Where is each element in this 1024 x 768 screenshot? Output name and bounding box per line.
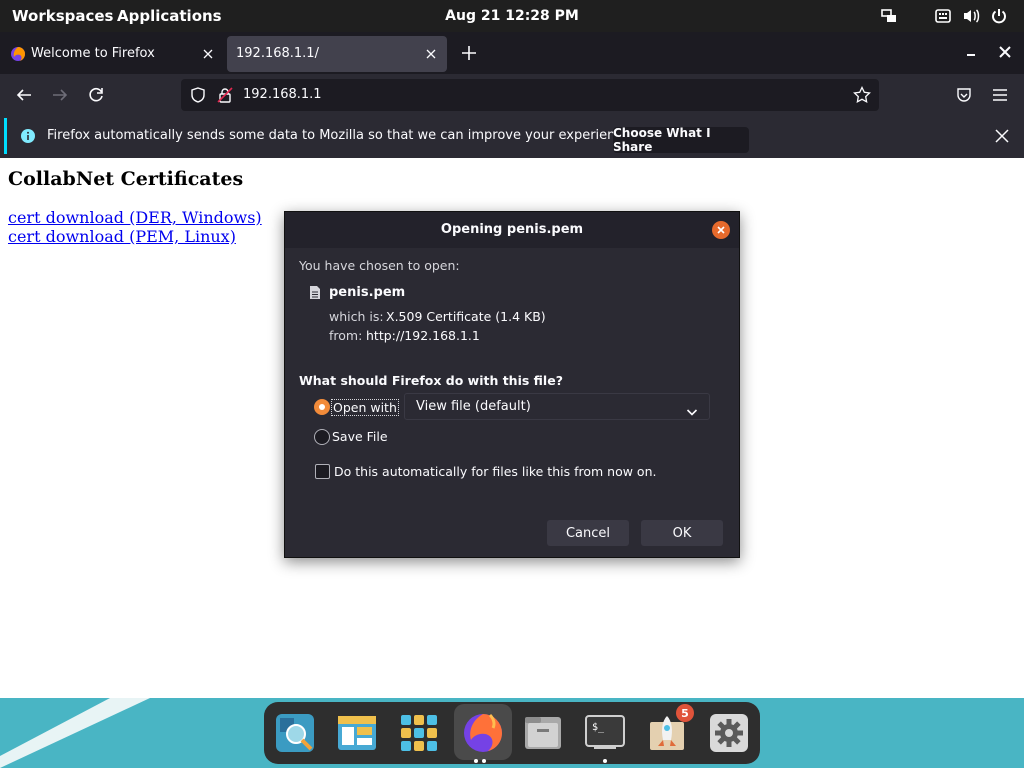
der-download-link[interactable]: cert download (DER, Windows) [8, 208, 262, 227]
tab-router[interactable]: 192.168.1.1/ [227, 36, 447, 72]
minimize-button[interactable] [964, 44, 980, 62]
reload-icon[interactable] [84, 83, 108, 107]
open-with-value: View file (default) [416, 399, 531, 414]
search-app-icon[interactable] [272, 710, 318, 756]
terminal-running-indicator [603, 759, 607, 763]
save-file-label[interactable]: Save File [332, 429, 388, 444]
from-label: from: [329, 328, 363, 343]
auto-action-checkbox[interactable] [315, 464, 330, 479]
firefox-icon[interactable] [454, 704, 512, 760]
terminal-icon[interactable]: $_ [582, 710, 628, 756]
file-icon [309, 285, 321, 300]
files-icon[interactable] [520, 710, 566, 756]
notification-text: Firefox automatically sends some data to… [47, 128, 635, 143]
chevron-down-icon [686, 402, 698, 416]
url-bar[interactable]: 192.168.1.1 [181, 79, 879, 111]
notification-box: Firefox automatically sends some data to… [4, 118, 1020, 154]
save-file-radio[interactable] [314, 429, 330, 445]
close-dialog-icon[interactable] [712, 221, 730, 239]
clock[interactable]: Aug 21 12:28 PM [0, 8, 1024, 24]
close-notification-icon[interactable] [995, 128, 1011, 144]
back-icon[interactable] [12, 83, 36, 107]
which-is-label: which is: [329, 309, 384, 324]
navigation-bar: 192.168.1.1 [0, 74, 1024, 116]
dialog-title: Opening penis.pem [440, 222, 584, 237]
window-tiling-icon[interactable] [880, 7, 898, 25]
tab-label: 192.168.1.1/ [236, 46, 319, 61]
auto-action-label[interactable]: Do this automatically for files like thi… [334, 464, 656, 479]
dialog-titlebar: Opening penis.pem [285, 212, 739, 248]
info-icon [20, 128, 36, 144]
download-dialog: Opening penis.pem You have chosen to ope… [284, 211, 740, 558]
url-text[interactable]: 192.168.1.1 [243, 87, 322, 102]
choose-what-i-share-button[interactable]: Choose What I Share [613, 126, 749, 154]
close-tab-icon[interactable] [423, 46, 439, 62]
bookmark-star-icon[interactable] [853, 85, 871, 104]
notification-badge: 5 [676, 704, 694, 722]
firefox-icon [10, 46, 26, 62]
keyboard-icon[interactable] [934, 7, 952, 25]
file-name: penis.pem [329, 285, 406, 300]
action-question: What should Firefox do with this file? [299, 373, 563, 388]
app-grid-icon[interactable] [396, 710, 442, 756]
svg-text:$_: $_ [592, 722, 605, 733]
power-icon[interactable] [990, 7, 1008, 25]
system-top-bar: Workspaces Applications Aug 21 12:28 PM [0, 0, 1024, 32]
pocket-icon[interactable] [952, 83, 976, 107]
insecure-lock-icon[interactable] [217, 87, 233, 103]
close-window-button[interactable] [998, 44, 1014, 62]
menu-hamburger-icon[interactable] [988, 83, 1012, 107]
open-with-label[interactable]: Open with [331, 399, 399, 416]
forward-icon[interactable] [48, 83, 72, 107]
open-with-select[interactable]: View file (default) [404, 393, 710, 420]
from-value: http://192.168.1.1 [366, 328, 480, 343]
firefox-running-indicator [482, 759, 486, 763]
notification-bar: Firefox automatically sends some data to… [0, 116, 1024, 158]
tab-label: Welcome to Firefox [31, 46, 155, 61]
open-with-radio[interactable] [314, 399, 330, 415]
page-title: CollabNet Certificates [8, 168, 244, 190]
file-manager-icon[interactable] [334, 710, 380, 756]
tab-strip: Welcome to Firefox 192.168.1.1/ [0, 32, 1024, 74]
chosen-label: You have chosen to open: [299, 258, 460, 273]
new-tab-icon[interactable] [460, 44, 478, 62]
volume-icon[interactable] [962, 7, 980, 25]
close-tab-icon[interactable] [200, 46, 216, 62]
cancel-button[interactable]: Cancel [547, 520, 629, 546]
tracking-shield-icon[interactable] [190, 87, 206, 103]
pem-download-link[interactable]: cert download (PEM, Linux) [8, 227, 236, 246]
settings-icon[interactable] [706, 710, 752, 756]
tab-welcome[interactable]: Welcome to Firefox [4, 36, 224, 72]
file-type-value: X.509 Certificate (1.4 KB) [386, 309, 546, 324]
firefox-running-indicator [474, 759, 478, 763]
dock: $_ 5 [264, 702, 760, 764]
ok-button[interactable]: OK [641, 520, 723, 546]
